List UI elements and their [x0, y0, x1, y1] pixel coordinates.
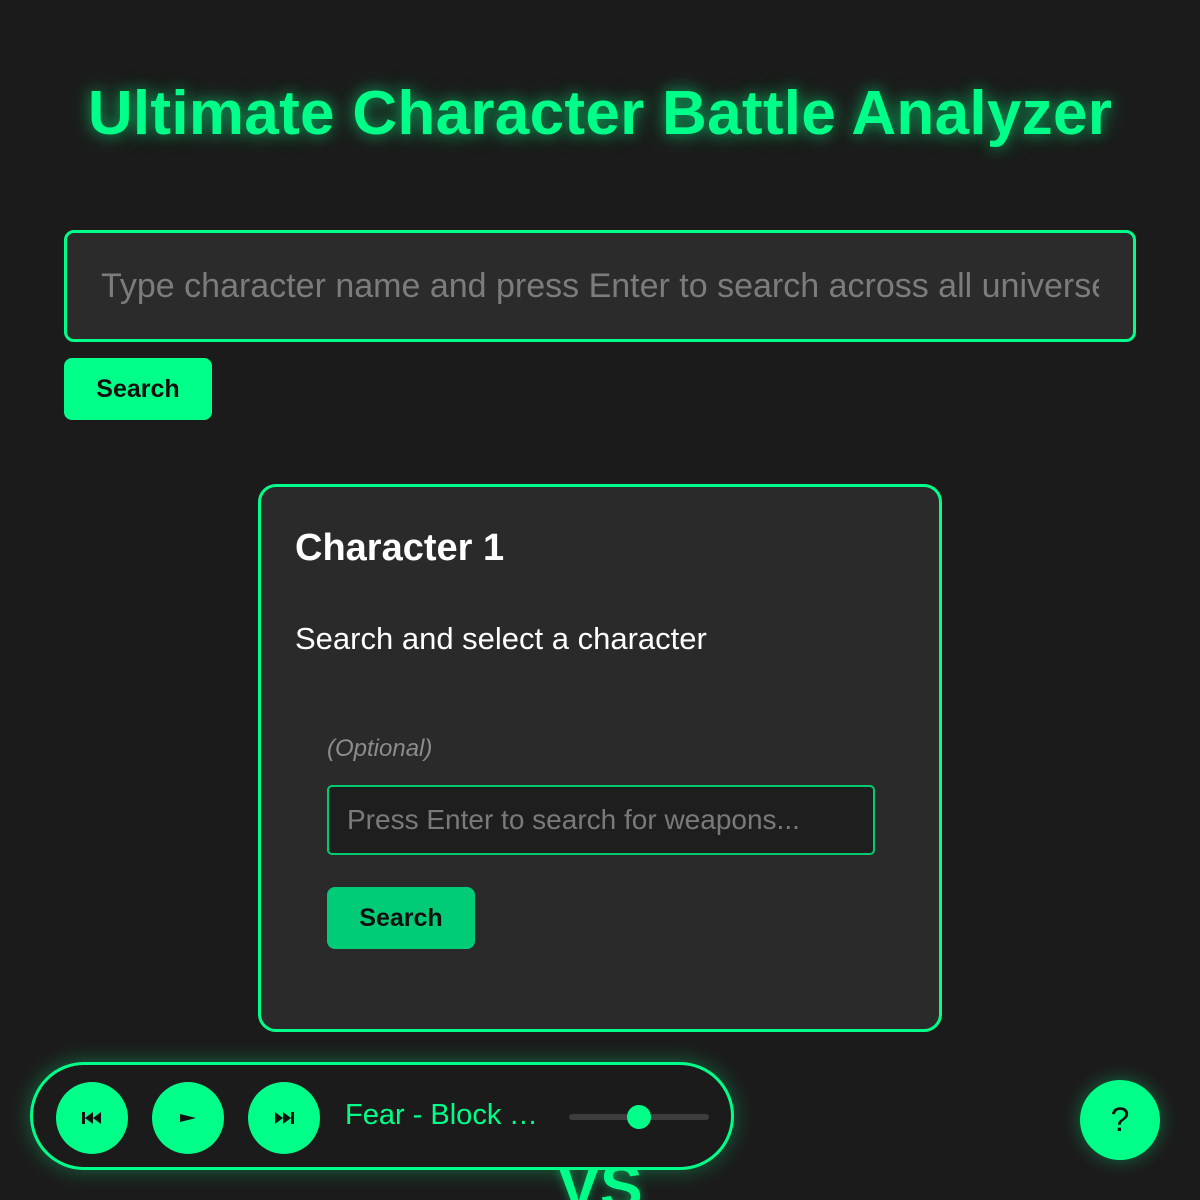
weapon-optional-label: (Optional) [327, 735, 433, 762]
play-button[interactable] [152, 1082, 224, 1154]
character-search-input[interactable] [64, 230, 1136, 342]
weapon-search-input[interactable] [327, 785, 875, 855]
character-card: Character 1 Search and select a characte… [258, 484, 942, 1032]
next-track-button[interactable] [248, 1082, 320, 1154]
previous-track-button[interactable] [56, 1082, 128, 1154]
play-icon [152, 1112, 224, 1124]
music-player: Fear - Block T... [30, 1062, 734, 1170]
skip-back-icon [56, 1111, 128, 1125]
character-card-title: Character 1 [295, 527, 505, 569]
track-title: Fear - Block T... [345, 1099, 545, 1131]
skip-forward-icon [248, 1111, 320, 1125]
page-title: Ultimate Character Battle Analyzer [87, 79, 1113, 148]
volume-slider-thumb[interactable] [627, 1105, 651, 1129]
help-button[interactable]: ? [1080, 1080, 1160, 1160]
page: Ultimate Character Battle Analyzer Searc… [0, 0, 1200, 1200]
character-card-subtitle: Search and select a character [295, 621, 707, 656]
weapon-search-button[interactable]: Search [327, 887, 475, 949]
character-search-button[interactable]: Search [64, 358, 212, 420]
volume-slider[interactable] [569, 1105, 709, 1129]
